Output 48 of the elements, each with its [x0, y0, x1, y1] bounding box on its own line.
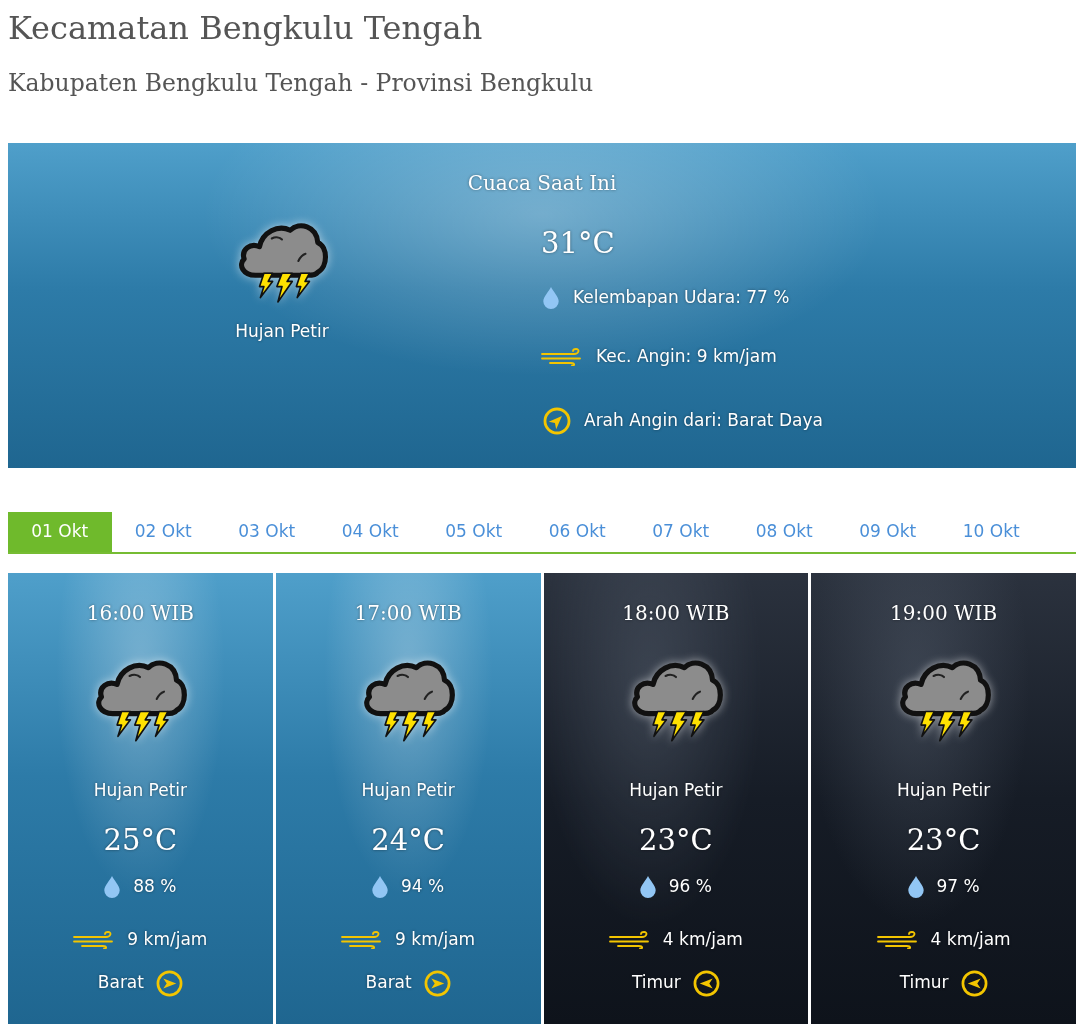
wind-speed-text: 4 km/jam	[930, 928, 1011, 952]
humidity-text: Kelembapan Udara: 77 %	[573, 286, 790, 310]
wind-direction-text: Arah Angin dari: Barat Daya	[584, 409, 823, 433]
wind-direction-icon	[155, 969, 183, 997]
water-drop-icon	[104, 876, 121, 898]
forecast-temperature: 24°C	[371, 822, 445, 858]
wind-speed-text: 9 km/jam	[127, 928, 208, 952]
weather-condition: Hujan Petir	[629, 779, 723, 801]
wind-speed-text: 9 km/jam	[395, 928, 476, 952]
forecast-temperature: 23°C	[639, 822, 713, 858]
humidity-text: 96 %	[668, 875, 712, 899]
weather-condition: Hujan Petir	[361, 779, 455, 801]
page-title: Kecamatan Bengkulu Tengah	[8, 8, 484, 48]
wind-icon	[341, 931, 384, 949]
page-subtitle: Kabupaten Bengkulu Tengah - Provinsi Bengkulu	[8, 68, 595, 98]
weather-condition: Hujan Petir	[896, 779, 991, 801]
wind-icon	[73, 931, 116, 949]
wind-direction-text: Timur	[899, 971, 949, 995]
date-tab[interactable]: 01 Okt	[8, 512, 112, 552]
wind-icon	[876, 931, 919, 949]
wind-direction-icon	[960, 969, 988, 997]
wind-speed-text: Kec. Angin: 9 km/jam	[596, 345, 777, 369]
wind-direction-icon	[543, 407, 571, 435]
forecast-time: 19:00 WIB	[890, 600, 998, 625]
wind-speed-text: 4 km/jam	[662, 928, 743, 952]
weather-condition: Hujan Petir	[235, 320, 329, 342]
water-drop-icon	[907, 876, 924, 898]
wind-direction-text: Timur	[631, 971, 681, 995]
water-drop-icon	[639, 876, 656, 898]
water-drop-icon	[372, 876, 388, 898]
humidity-text: 88 %	[133, 875, 177, 899]
forecast-time: 17:00 WIB	[354, 600, 462, 625]
wind-direction-text: Barat	[365, 971, 412, 995]
wind-icon	[541, 348, 583, 366]
current-temperature: 31°C	[541, 225, 616, 261]
forecast-temperature: 23°C	[906, 822, 981, 858]
wind-direction-icon	[423, 969, 451, 997]
forecast-time: 16:00 WIB	[86, 600, 194, 625]
wind-direction-text: Barat	[97, 971, 144, 995]
humidity-text: 97 %	[936, 875, 980, 899]
forecast-time: 18:00 WIB	[622, 600, 730, 625]
water-drop-icon	[543, 287, 559, 309]
wind-icon	[608, 931, 651, 949]
weather-condition: Hujan Petir	[93, 779, 188, 801]
current-weather-title: Cuaca Saat Ini	[466, 170, 618, 195]
forecast-temperature: 25°C	[103, 822, 178, 858]
wind-direction-icon	[692, 969, 720, 997]
humidity-text: 94 %	[401, 875, 445, 899]
